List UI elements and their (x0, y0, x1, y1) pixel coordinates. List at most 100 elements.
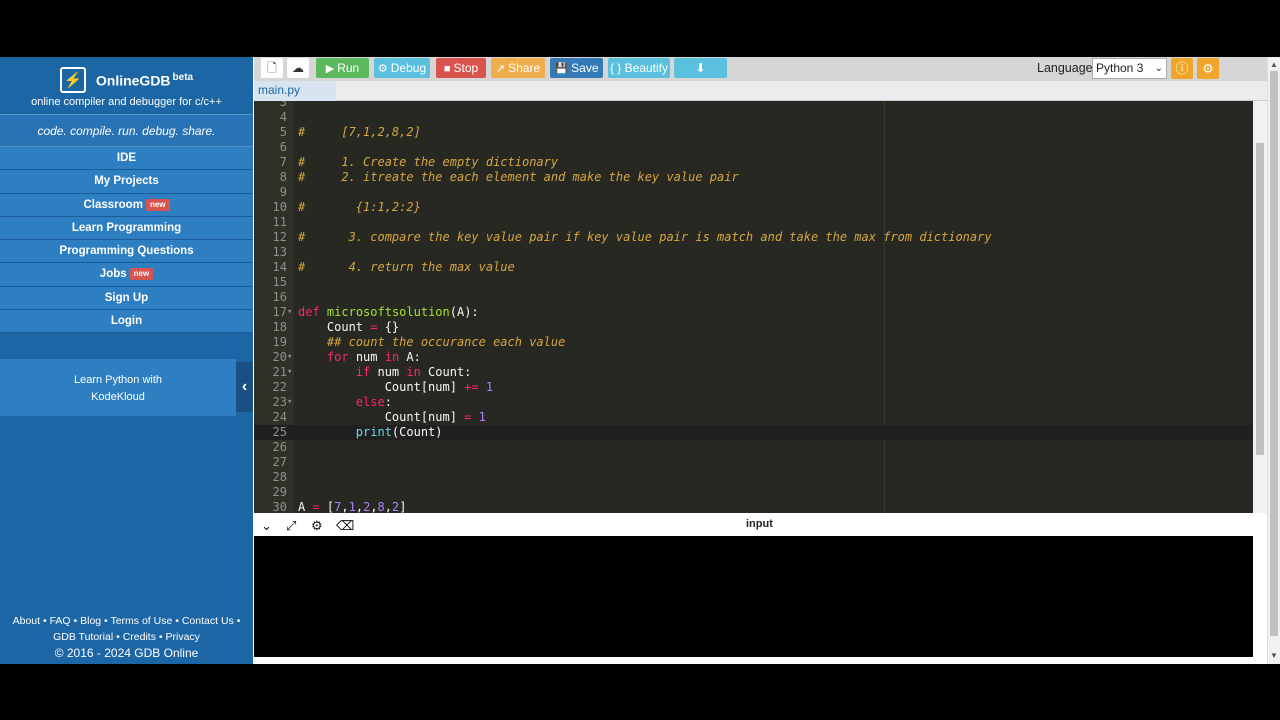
code-line[interactable]: 15 (254, 275, 1253, 290)
editor-scroll-thumb[interactable] (1256, 143, 1264, 455)
chevron-down-icon: ⌄ (1154, 63, 1163, 74)
footer-gdb-tutorial-link[interactable]: GDB Tutorial (53, 631, 113, 643)
debug-button[interactable]: ⚙ Debug (374, 58, 430, 78)
code-line[interactable]: 16 (254, 290, 1253, 305)
brand[interactable]: ⚡ OnlineGDB beta online compiler and debu… (0, 57, 253, 114)
code-line[interactable]: 27 (254, 455, 1253, 470)
scroll-up-arrow-icon[interactable]: ▲ (1270, 60, 1278, 69)
sidebar-item-my-projects[interactable]: My Projects (0, 170, 253, 194)
footer-privacy-link[interactable]: Privacy (165, 631, 199, 643)
tab-main-py[interactable]: main.py (254, 81, 336, 101)
settings-button[interactable]: ⚙ (1197, 58, 1219, 79)
fold-arrow-icon[interactable]: ▾ (287, 365, 295, 380)
info-icon: ⓘ (1175, 61, 1189, 76)
stop-button[interactable]: ■ Stop (436, 58, 486, 78)
sidebar-item-programming-questions[interactable]: Programming Questions (0, 240, 253, 264)
code-line[interactable]: 6 (254, 140, 1253, 155)
share-button[interactable]: ↗ Share (491, 58, 545, 78)
code-line[interactable]: 3 (254, 101, 1253, 110)
run-label: Run (337, 61, 360, 75)
save-button[interactable]: 💾 Save (550, 58, 603, 78)
code-text: if num in Count: (355, 365, 472, 379)
chevron-down-icon[interactable]: ⌄ (261, 518, 272, 534)
gear-icon[interactable]: ⚙ (311, 518, 323, 534)
code-line[interactable]: 25 print(Count) (254, 425, 1253, 440)
code-line[interactable]: 11 (254, 215, 1253, 230)
fold-arrow-icon[interactable]: ▾ (287, 305, 295, 320)
code-text: # 4. return the max value (298, 260, 515, 274)
promo-banner[interactable]: Learn Python with KodeKloud (0, 359, 236, 416)
clear-console-icon[interactable]: ⌫ (336, 518, 354, 534)
code-line[interactable]: 30 A = [7,1,2,8,2] (254, 500, 1253, 513)
code-line[interactable]: 4 (254, 110, 1253, 125)
code-line[interactable]: 23 ▾ else: (254, 395, 1253, 410)
code-line[interactable]: 8 # 2. itreate the each element and make … (254, 170, 1253, 185)
code-line[interactable]: 24 Count[num] = 1 (254, 410, 1253, 425)
line-number: 29 (272, 485, 287, 499)
beautify-button[interactable]: { } Beautify (608, 58, 670, 78)
code-line[interactable]: 5 # [7,1,2,8,2] (254, 125, 1253, 140)
sidebar-item-sign-up[interactable]: Sign Up (0, 286, 253, 311)
page-scroll-thumb[interactable] (1270, 71, 1278, 636)
fold-arrow-icon[interactable]: ▾ (287, 350, 295, 365)
code-line[interactable]: 21 ▾ if num in Count: (254, 365, 1253, 380)
code-line[interactable]: 9 (254, 185, 1253, 200)
code-line[interactable]: 13 (254, 245, 1253, 260)
code-line[interactable]: 29 (254, 485, 1253, 500)
io-panel-header: ⌄ ⤢ ⚙ ⌫ input (254, 516, 1267, 536)
info-button[interactable]: ⓘ (1171, 58, 1193, 79)
code-line[interactable]: 28 (254, 470, 1253, 485)
line-number: 16 (272, 290, 287, 304)
sidebar-item-learn-programming[interactable]: Learn Programming (0, 216, 253, 241)
console-output[interactable] (254, 536, 1253, 657)
line-number: 5 (279, 125, 287, 139)
sidebar-item-classroom[interactable]: Classroom new (0, 193, 253, 217)
code-text: # 1. Create the empty dictionary (298, 155, 559, 169)
promo-line-1: Learn Python with (73, 374, 163, 386)
page-scrollbar[interactable]: ▲ ▼ (1267, 57, 1280, 664)
code-line[interactable]: 26 (254, 440, 1253, 455)
collapse-sidebar-button[interactable]: ‹ (236, 362, 253, 412)
footer-faq-link[interactable]: FAQ (50, 615, 71, 627)
code-line[interactable]: 12 # 3. compare the key value pair if key… (254, 230, 1253, 245)
sidebar-item-login[interactable]: Login (0, 310, 253, 334)
line-number: 21 (272, 365, 287, 379)
upload-button[interactable]: ☁ (287, 58, 309, 78)
language-select[interactable]: Python 3 ⌄ (1092, 58, 1167, 79)
footer-about-link[interactable]: About (13, 615, 40, 627)
editor-scrollbar[interactable] (1253, 101, 1267, 513)
sidebar-item-ide[interactable]: IDE (0, 147, 253, 171)
code-line[interactable]: 22 Count[num] += 1 (254, 380, 1253, 395)
code-line[interactable]: 10 # {1:1,2:2} (254, 200, 1253, 215)
code-line[interactable]: 7 # 1. Create the empty dictionary (254, 155, 1253, 170)
new-file-button[interactable]: 🗋 (261, 58, 283, 78)
code-line[interactable]: 17 ▾ def microsoftsolution(A): (254, 305, 1253, 320)
footer-terms-link[interactable]: Terms of Use (110, 615, 172, 627)
share-icon: ↗ (495, 63, 506, 75)
line-number: 24 (272, 410, 287, 424)
expand-icon[interactable]: ⤢ (286, 518, 296, 534)
code-editor[interactable]: 3 4 5 # [7,1,2,8,2] 6 7 # 1. Create the empty … (254, 101, 1253, 513)
sidebar-item-jobs[interactable]: Jobs new (0, 263, 253, 287)
code-text: # 2. itreate the each element and make t… (298, 170, 739, 184)
code-line[interactable]: 14 # 4. return the max value (254, 260, 1253, 275)
chevron-left-icon: ‹ (241, 378, 248, 395)
run-button[interactable]: ▶ Run (316, 58, 369, 78)
footer-blog-link[interactable]: Blog (80, 615, 101, 627)
brand-subtitle: online compiler and debugger for c/c++ (31, 96, 222, 108)
code-text: Count[num] = 1 (298, 410, 486, 424)
footer-contact-link[interactable]: Contact Us (182, 615, 234, 627)
stop-square-icon: ■ (443, 63, 451, 75)
file-icon: 🗋 (267, 61, 277, 75)
download-button[interactable]: ⬇ (674, 58, 727, 78)
line-number: 3 (279, 101, 287, 109)
code-line[interactable]: 18 Count = {} (254, 320, 1253, 335)
line-number: 18 (272, 320, 287, 334)
scroll-down-arrow-icon[interactable]: ▼ (1270, 651, 1278, 660)
footer-credits-link[interactable]: Credits (123, 631, 156, 643)
beautify-label: { } Beautify (609, 61, 669, 75)
code-line[interactable]: 20 ▾ for num in A: (254, 350, 1253, 365)
floppy-disk-icon: 💾 (554, 63, 569, 75)
code-line[interactable]: 19 ## count the occurance each value (254, 335, 1253, 350)
fold-arrow-icon[interactable]: ▾ (287, 395, 295, 410)
